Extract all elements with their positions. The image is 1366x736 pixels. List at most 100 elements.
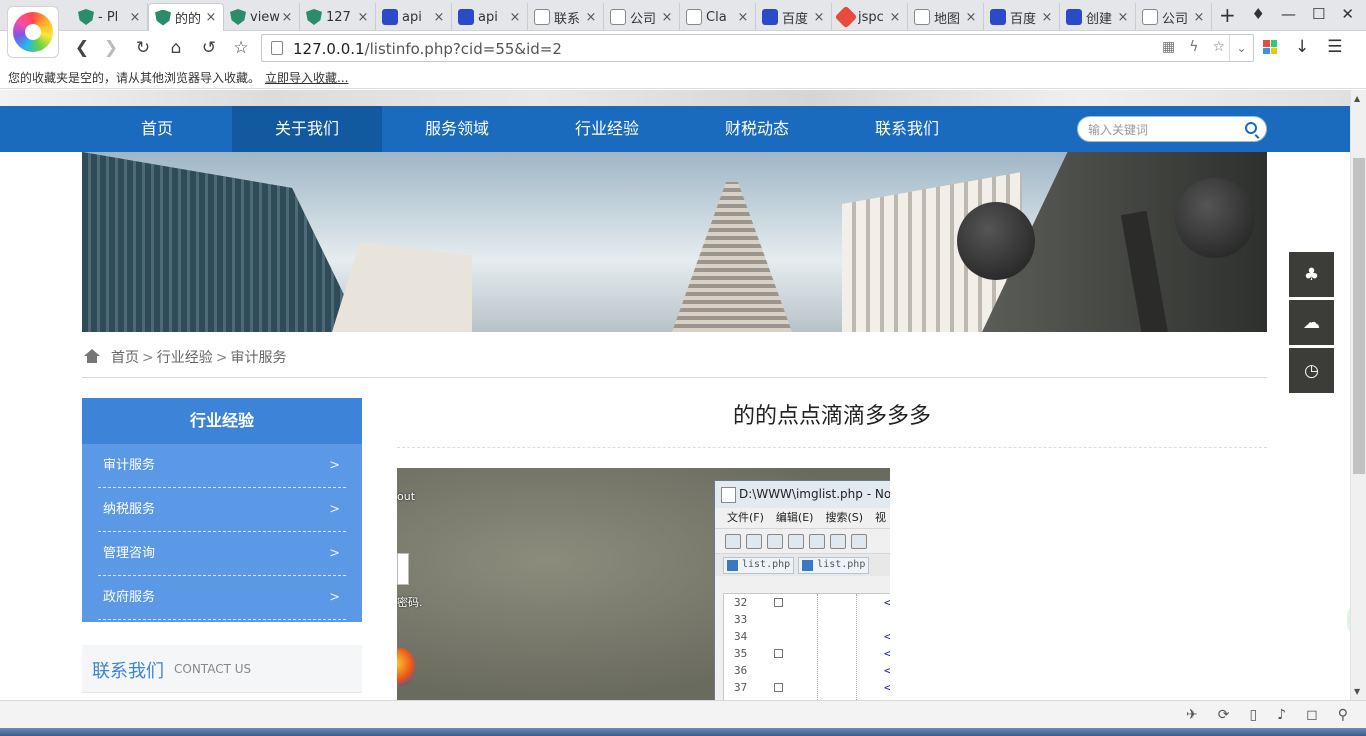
close-tab-icon[interactable]: × bbox=[1041, 10, 1053, 25]
apps-icon[interactable] bbox=[1263, 40, 1277, 54]
window-icon[interactable]: ◻ bbox=[1306, 707, 1318, 723]
sidebar-item[interactable]: 管理咨询 > bbox=[98, 532, 346, 576]
browser-tab[interactable]: Cla × bbox=[680, 3, 756, 31]
close-tab-icon[interactable]: × bbox=[433, 10, 445, 25]
bookmarks-empty-message: 您的收藏夹是空的，请从其他浏览器导入收藏。 bbox=[8, 71, 261, 85]
nav-menu-item[interactable]: 财税动态 bbox=[682, 106, 832, 152]
browser-tab[interactable]: jspc × bbox=[832, 3, 908, 31]
clock-button[interactable]: ◷ bbox=[1289, 348, 1334, 393]
page-info-icon[interactable] bbox=[271, 41, 283, 55]
search-input[interactable] bbox=[1088, 121, 1238, 138]
qq-button[interactable]: ♣ bbox=[1289, 252, 1334, 297]
breadcrumb-home[interactable]: 首页 bbox=[111, 350, 139, 366]
close-tab-icon[interactable]: × bbox=[509, 10, 521, 25]
close-tab-icon[interactable]: × bbox=[585, 10, 597, 25]
tab-list: - Pl × 的的 × view × 127 × api × api × 联系 × 公司 × Cla × 百度 × js… bbox=[72, 3, 1212, 31]
close-tab-icon[interactable]: × bbox=[129, 10, 141, 25]
browser-tab[interactable]: - Pl × bbox=[72, 3, 148, 31]
pin-icon[interactable]: ✈ bbox=[1186, 707, 1198, 723]
vertical-scrollbar[interactable]: ▲ ▼ bbox=[1350, 90, 1366, 700]
scrollbar-thumb[interactable] bbox=[1353, 158, 1365, 474]
nav-menu-item[interactable]: 关于我们 bbox=[232, 106, 382, 152]
favorites-button[interactable]: ☆ bbox=[229, 36, 253, 60]
reload-button[interactable]: ↻ bbox=[131, 36, 155, 60]
contact-section: 联系我们 CONTACT US bbox=[82, 645, 362, 693]
code-line: 36 < bbox=[724, 662, 890, 679]
code-text: < bbox=[884, 681, 890, 694]
browser-tab[interactable]: 公司 × bbox=[1136, 3, 1212, 31]
browser-tab[interactable]: 公司 × bbox=[604, 3, 680, 31]
browser-tab[interactable]: 创建 × bbox=[1060, 3, 1136, 31]
close-tab-icon[interactable]: × bbox=[813, 10, 825, 25]
close-tab-icon[interactable]: × bbox=[281, 10, 293, 25]
home-button[interactable]: ⌂ bbox=[164, 36, 188, 60]
new-tab-button[interactable]: + bbox=[1219, 3, 1236, 27]
back-button[interactable]: ❮ bbox=[70, 36, 94, 60]
line-number: 32 bbox=[734, 596, 748, 609]
search-icon[interactable] bbox=[1245, 122, 1257, 134]
sidebar-item[interactable]: 政府服务 > bbox=[98, 576, 346, 620]
scroll-down-arrow[interactable]: ▼ bbox=[1354, 687, 1360, 696]
bookmark-star-icon[interactable]: ☆ bbox=[1212, 39, 1225, 55]
sidebar-item-label: 管理咨询 bbox=[103, 546, 156, 561]
qr-code-icon[interactable]: ▦ bbox=[1162, 39, 1175, 55]
forward-button[interactable]: ❯ bbox=[99, 36, 123, 60]
editor-menu: 文件(F) 编辑(E) 搜索(S) 视 bbox=[715, 508, 890, 528]
sync-icon[interactable]: ⟳ bbox=[1218, 707, 1230, 723]
lightning-icon[interactable]: ϟ bbox=[1189, 39, 1198, 55]
wechat-button[interactable]: ☁ bbox=[1289, 300, 1334, 345]
download-icon[interactable]: ↓ bbox=[1295, 37, 1309, 57]
sidebar-item[interactable]: 审计服务 > bbox=[98, 444, 346, 488]
maximize-button[interactable]: ☐ bbox=[1312, 5, 1325, 23]
undo-close-button[interactable]: ↺ bbox=[197, 36, 221, 60]
volume-icon[interactable]: ♪ bbox=[1277, 707, 1286, 723]
close-tab-icon[interactable]: × bbox=[889, 10, 901, 25]
close-tab-icon[interactable]: × bbox=[737, 10, 749, 25]
nav-menu-item[interactable]: 联系我们 bbox=[832, 106, 982, 152]
browser-tab[interactable]: 百度 × bbox=[984, 3, 1060, 31]
import-bookmarks-link[interactable]: 立即导入收藏... bbox=[265, 69, 348, 86]
doc-icon bbox=[914, 9, 930, 25]
browser-tab[interactable]: 127 × bbox=[300, 3, 376, 31]
address-bar[interactable]: 127.0.0.1/listinfo.php?cid=55&id=2 ▦ ϟ ☆… bbox=[261, 34, 1254, 62]
browser-tab[interactable]: api × bbox=[452, 3, 528, 31]
trash-icon[interactable]: ▯ bbox=[1249, 707, 1257, 723]
close-tab-icon[interactable]: × bbox=[1117, 10, 1129, 25]
line-number: 33 bbox=[734, 613, 748, 626]
url-text[interactable]: 127.0.0.1/listinfo.php?cid=55&id=2 bbox=[293, 40, 562, 58]
nav-menu-item[interactable]: 服务领域 bbox=[382, 106, 532, 152]
shield-icon bbox=[230, 9, 246, 25]
close-tab-icon[interactable]: × bbox=[661, 10, 673, 25]
url-path: /listinfo.php?cid=55&id=2 bbox=[364, 40, 562, 58]
close-tab-icon[interactable]: × bbox=[205, 10, 217, 25]
browser-tab[interactable]: 地图 × bbox=[908, 3, 984, 31]
browser-tab[interactable]: api × bbox=[376, 3, 452, 31]
browser-tab[interactable]: 的的 × bbox=[148, 3, 224, 31]
nav-menu-item[interactable]: 行业经验 bbox=[532, 106, 682, 152]
zoom-icon[interactable]: ⚲ bbox=[1338, 707, 1348, 723]
minimize-button[interactable]: — bbox=[1281, 5, 1296, 23]
close-tab-icon[interactable]: × bbox=[1193, 10, 1205, 25]
close-tab-icon[interactable]: × bbox=[357, 10, 369, 25]
contact-title: 联系我们 bbox=[92, 661, 164, 682]
browser-tab[interactable]: 百度 × bbox=[756, 3, 832, 31]
code-text: < bbox=[884, 596, 890, 609]
scroll-up-arrow[interactable]: ▲ bbox=[1354, 94, 1360, 103]
browser-tab[interactable]: 联系 × bbox=[528, 3, 604, 31]
close-tab-icon[interactable]: × bbox=[965, 10, 977, 25]
address-dropdown-button[interactable]: ⌄ bbox=[1229, 35, 1253, 61]
menu-icon[interactable]: ☰ bbox=[1327, 37, 1342, 57]
browser-window: - Pl × 的的 × view × 127 × api × api × 联系 × 公司 × Cla × 百度 × js… bbox=[0, 0, 1366, 736]
breadcrumb-section[interactable]: 行业经验 bbox=[157, 350, 213, 366]
close-window-button[interactable]: ✕ bbox=[1341, 5, 1354, 23]
browser-tab[interactable]: view × bbox=[224, 3, 300, 31]
skin-icon[interactable]: ♦ bbox=[1252, 5, 1265, 23]
sidebar-title: 行业经验 bbox=[82, 398, 362, 444]
editor-window: D:\WWW\imglist.php - No 文件(F) 编辑(E) 搜索(S) 视… bbox=[714, 480, 890, 700]
sidebar-item[interactable]: 纳税服务 > bbox=[98, 488, 346, 532]
editor-tab: list.php bbox=[723, 557, 795, 574]
status-icons: ✈ ⟳ ▯ ♪ ◻ ⚲ bbox=[1186, 707, 1348, 723]
nav-menu-item[interactable]: 首页 bbox=[82, 106, 232, 152]
browser-logo-icon[interactable] bbox=[7, 6, 59, 58]
breadcrumb-current[interactable]: 审计服务 bbox=[230, 350, 286, 366]
